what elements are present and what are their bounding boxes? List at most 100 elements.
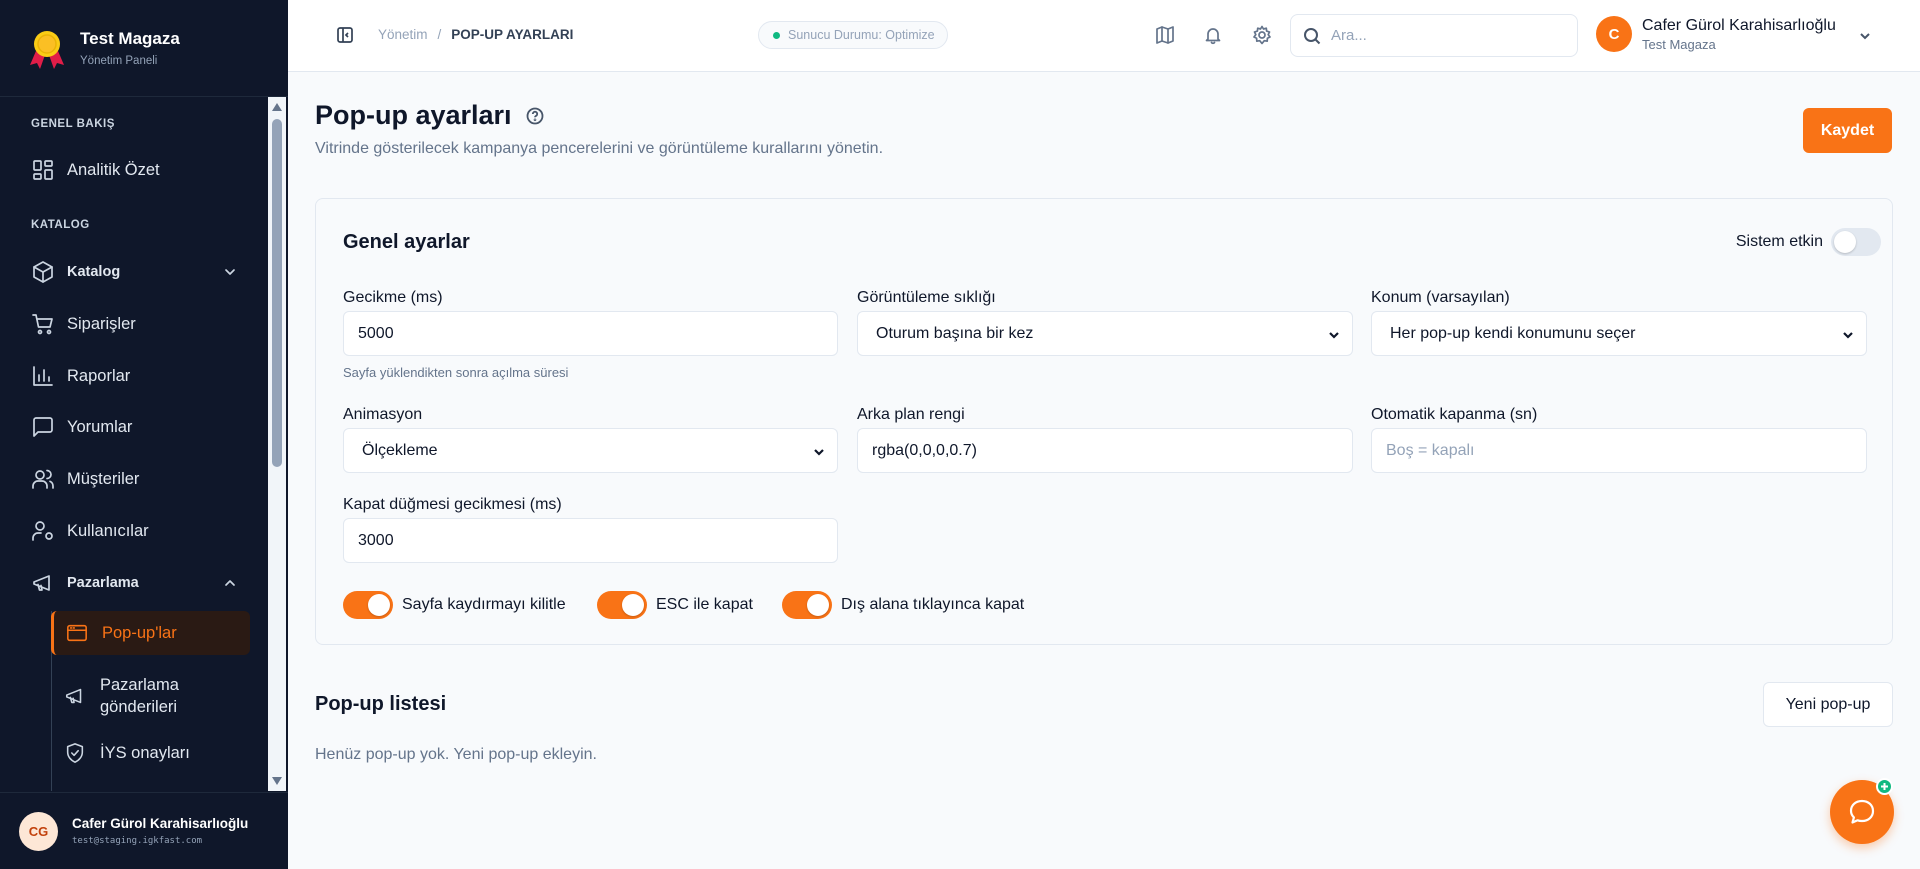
user-cog-icon xyxy=(32,521,53,541)
breadcrumb-separator: / xyxy=(437,27,442,42)
message-square-icon xyxy=(33,417,53,437)
position-value: Her pop-up kendi konumunu seçer xyxy=(1390,324,1636,342)
breadcrumb-current: POP-UP AYARLARI xyxy=(451,27,574,42)
chat-bubble-icon xyxy=(1849,799,1875,824)
sidebar-subitem-popups[interactable]: Pop-up'lar xyxy=(51,611,250,655)
gear-icon[interactable] xyxy=(1252,25,1272,45)
box-icon xyxy=(33,261,53,283)
close-delay-input[interactable]: 3000 xyxy=(343,518,838,563)
animation-select[interactable]: Ölçekleme xyxy=(343,428,838,473)
top-header: Yönetim / POP-UP AYARLARI Sunucu Durumu:… xyxy=(288,0,1920,72)
sidebar-item-reports[interactable]: Raporlar xyxy=(31,361,251,391)
popup-list-title: Pop-up listesi xyxy=(315,693,447,715)
sidebar-item-label: Yorumlar xyxy=(67,417,133,436)
brand-subtitle: Yönetim Paneli xyxy=(80,55,158,67)
esc-close-label: ESC ile kapat xyxy=(656,596,753,613)
sidebar-scrollbar[interactable] xyxy=(268,97,286,791)
server-status-badge: Sunucu Durumu: Optimize xyxy=(758,21,948,49)
system-enabled-toggle[interactable] xyxy=(1831,228,1881,256)
brand-title: Test Magaza xyxy=(80,29,180,48)
cart-icon xyxy=(32,314,53,335)
search-input[interactable] xyxy=(1331,27,1561,44)
position-label: Konum (varsayılan) xyxy=(1371,289,1510,306)
megaphone-icon xyxy=(33,575,50,591)
users-icon xyxy=(32,469,54,489)
chevron-down-icon xyxy=(1843,332,1853,339)
megaphone-icon xyxy=(65,688,82,704)
chevron-down-icon xyxy=(225,269,235,275)
sidebar-item-customers[interactable]: Müşteriler xyxy=(31,464,251,494)
award-logo-icon xyxy=(30,31,64,69)
header-user-name: Cafer Gürol Karahisarlıoğlu xyxy=(1642,16,1836,34)
breadcrumb-root[interactable]: Yönetim xyxy=(378,27,428,42)
position-select[interactable]: Her pop-up kendi konumunu seçer xyxy=(1371,311,1867,356)
sidebar-item-reviews[interactable]: Yorumlar xyxy=(31,412,251,442)
sidebar-item-analytics[interactable]: Analitik Özet xyxy=(31,155,251,185)
sidebar-item-catalog[interactable]: Katalog xyxy=(31,257,251,287)
chevron-up-icon xyxy=(225,580,235,586)
sidebar-item-label: Müşteriler xyxy=(67,469,140,488)
section-catalog: KATALOG xyxy=(31,219,90,231)
page-title-text: Pop-up ayarları xyxy=(315,100,512,130)
animation-value: Ölçekleme xyxy=(362,441,438,459)
section-overview: GENEL BAKIŞ xyxy=(31,118,115,130)
scroll-down-icon[interactable] xyxy=(272,777,282,785)
toggle-knob xyxy=(1834,231,1856,253)
sidebar-item-orders[interactable]: Siparişler xyxy=(31,309,251,339)
frequency-value: Oturum başına bir kez xyxy=(876,324,1034,342)
auto-close-input[interactable]: Boş = kapalı xyxy=(1371,428,1867,473)
map-icon[interactable] xyxy=(1155,25,1175,45)
search-icon xyxy=(1304,27,1321,44)
header-user-menu[interactable]: C Cafer Gürol Karahisarlıoğlu Test Magaz… xyxy=(1596,16,1836,52)
sidebar-subitem-iys[interactable]: İYS onayları xyxy=(64,742,240,764)
card-title: Genel ayarlar xyxy=(343,231,470,253)
delay-hint: Sayfa yüklendikten sonra açılma süresi xyxy=(343,365,569,380)
esc-close-toggle[interactable] xyxy=(597,591,647,619)
sidebar-item-label: Analitik Özet xyxy=(67,160,160,179)
sidebar-item-marketing[interactable]: Pazarlama xyxy=(31,568,251,598)
sidebar-user-name: Cafer Gürol Karahisarlıoğlu xyxy=(72,816,249,831)
bell-icon[interactable] xyxy=(1203,25,1223,45)
chevron-down-icon[interactable] xyxy=(1858,29,1872,43)
close-delay-label: Kapat düğmesi gecikmesi (ms) xyxy=(343,496,562,513)
search-box[interactable] xyxy=(1290,14,1578,57)
frequency-label: Görüntüleme sıklığı xyxy=(857,289,996,306)
sidebar-subitem-label: Pazarlama gönderileri xyxy=(100,676,179,716)
page-title: Pop-up ayarları xyxy=(315,100,544,131)
browser-window-icon xyxy=(67,624,87,642)
scrollbar-thumb[interactable] xyxy=(272,119,282,467)
lock-scroll-label: Sayfa kaydırmayı kilitle xyxy=(402,596,566,613)
avatar: CG xyxy=(19,811,58,851)
bg-color-label: Arka plan rengi xyxy=(857,406,965,423)
lock-scroll-toggle[interactable] xyxy=(343,591,393,619)
breadcrumb: Yönetim / POP-UP AYARLARI xyxy=(378,27,573,42)
sidebar: Test Magaza Yönetim Paneli GENEL BAKIŞ A… xyxy=(0,0,288,869)
outside-close-toggle[interactable] xyxy=(782,591,832,619)
save-button[interactable]: Kaydet xyxy=(1803,108,1892,153)
sidebar-subitem-marketing-sends[interactable]: Pazarlama gönderileri xyxy=(64,674,240,718)
animation-label: Animasyon xyxy=(343,406,423,423)
bg-color-input[interactable]: rgba(0,0,0,0.7) xyxy=(857,428,1353,473)
status-dot xyxy=(773,31,780,39)
toggle-knob xyxy=(807,594,829,616)
chevron-down-icon xyxy=(1329,332,1339,339)
auto-close-label: Otomatik kapanma (sn) xyxy=(1371,406,1538,423)
new-popup-button[interactable]: Yeni pop-up xyxy=(1763,682,1893,727)
delay-input[interactable]: 5000 xyxy=(343,311,838,356)
sidebar-subitem-label: İYS onayları xyxy=(100,743,190,762)
avatar: C xyxy=(1596,16,1632,52)
sidebar-subitem-label: Pop-up'lar xyxy=(102,623,177,642)
scroll-up-icon[interactable] xyxy=(272,103,282,111)
frequency-select[interactable]: Oturum başına bir kez xyxy=(857,311,1353,356)
sidebar-item-label: Pazarlama xyxy=(67,575,139,591)
sidebar-item-label: Raporlar xyxy=(67,366,131,385)
sidebar-user[interactable]: CG Cafer Gürol Karahisarlıoğlu test@stag… xyxy=(0,792,288,869)
sidebar-item-users[interactable]: Kullanıcılar xyxy=(31,516,251,546)
bar-chart-icon xyxy=(33,366,53,386)
brand[interactable]: Test Magaza Yönetim Paneli xyxy=(0,0,288,97)
toggle-knob xyxy=(622,594,644,616)
outside-close-label: Dış alana tıklayınca kapat xyxy=(841,596,1025,613)
sidebar-toggle-icon[interactable] xyxy=(336,26,354,44)
sparkle-icon xyxy=(1881,783,1888,790)
help-circle-icon[interactable] xyxy=(526,107,544,125)
